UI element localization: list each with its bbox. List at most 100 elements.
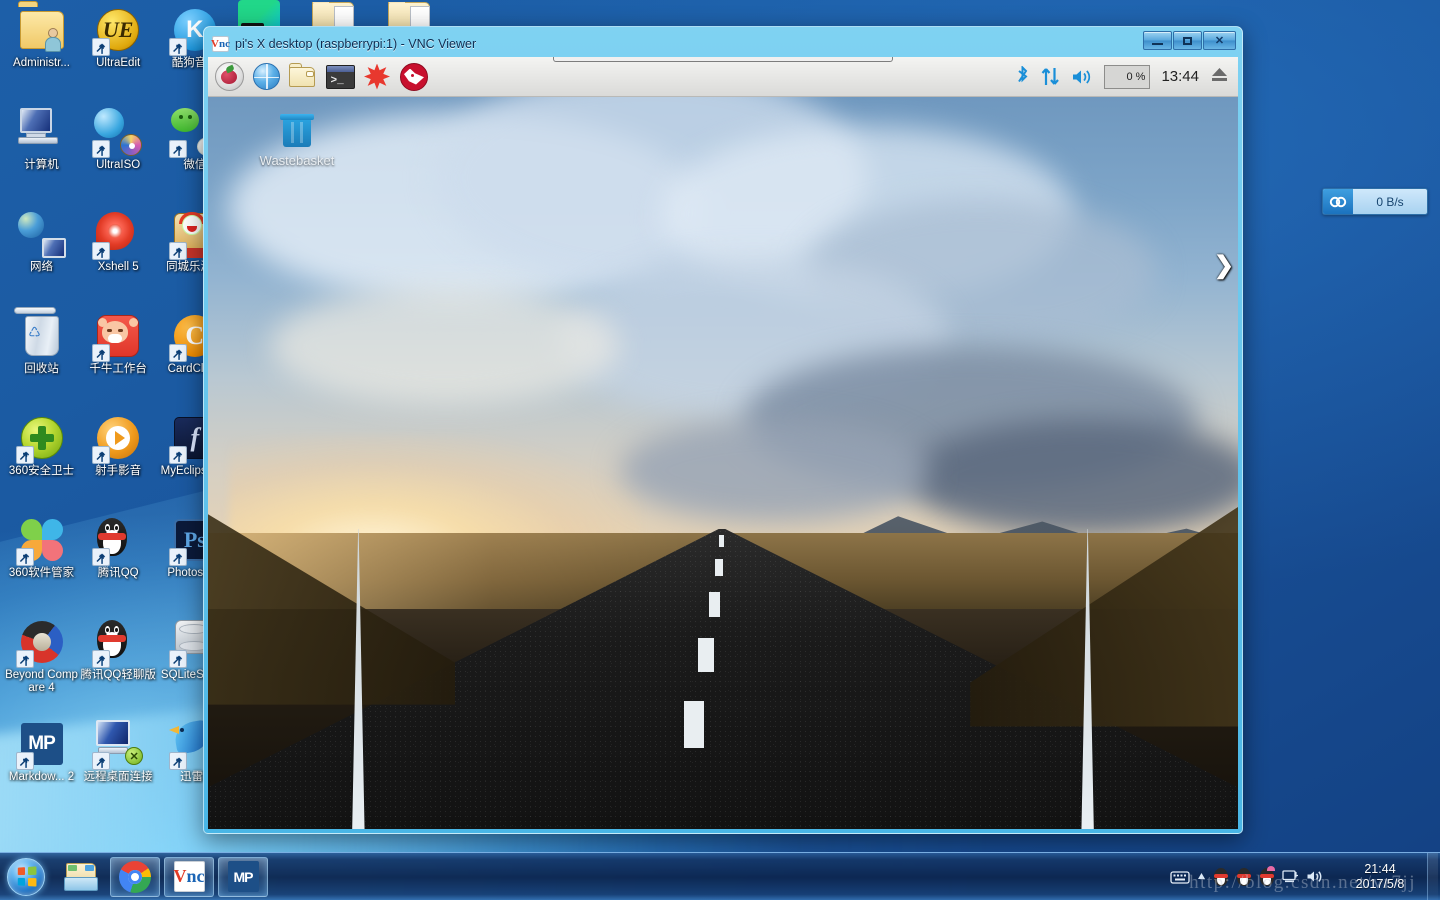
- clock-time: 21:44: [1364, 861, 1396, 876]
- desktop-icon-network[interactable]: 网络: [4, 210, 79, 302]
- file-manager-icon[interactable]: [288, 62, 318, 92]
- desktop-icon-computer[interactable]: 计算机: [4, 108, 79, 200]
- vnc-title-bar[interactable]: Vnc pi's X desktop (raspberrypi:1) - VNC…: [208, 31, 1238, 57]
- desktop-icon-360-software-manager[interactable]: ↗ 360软件管家: [4, 516, 79, 608]
- desktop-icon-label: 回收站: [24, 363, 59, 375]
- desktop-icon-label: Markdow... 2: [8, 771, 75, 783]
- web-browser-icon[interactable]: [251, 62, 281, 92]
- taskbar-clock[interactable]: 21:44 2017/5/8: [1333, 853, 1427, 900]
- show-desktop-button[interactable]: [1427, 853, 1438, 900]
- volume-icon[interactable]: [1306, 869, 1325, 884]
- desktop-icon-shooter-player[interactable]: ↗ 射手影音: [81, 414, 156, 506]
- network-icon[interactable]: [1282, 869, 1299, 884]
- minimize-button[interactable]: [1143, 31, 1172, 50]
- wolfram-icon[interactable]: [399, 62, 429, 92]
- desktop-icon-label: 腾讯QQ轻聊版: [80, 669, 156, 681]
- keyboard-icon[interactable]: [1170, 870, 1190, 884]
- start-button[interactable]: [2, 855, 50, 899]
- desktop-icon-qianniu[interactable]: ↗ 千牛工作台: [81, 312, 156, 404]
- desktop-icon-remote-desktop[interactable]: ✕↗ 远程桌面连接: [81, 720, 156, 812]
- road-dash: [708, 591, 720, 617]
- qq-icon[interactable]: [1236, 867, 1252, 887]
- qq-icon[interactable]: [1213, 867, 1229, 887]
- desktop-icon-label: UltraEdit: [96, 57, 141, 69]
- desktop-icon-tencent-qq[interactable]: ↗ 腾讯QQ: [81, 516, 156, 608]
- taskbar-items[interactable]: Vnc MP: [56, 856, 268, 897]
- taskbar-chrome[interactable]: [110, 856, 160, 897]
- window-controls[interactable]: ✕: [1142, 31, 1236, 50]
- vnc-logo-icon: Vnc: [211, 36, 230, 52]
- desktop-icon-label: 射手影音: [95, 465, 142, 477]
- raspberry-pi-panel[interactable]: >_ 0 % 13:44: [208, 57, 1238, 97]
- desktop-icon-label: UltraISO: [96, 159, 141, 171]
- desktop-icon-recycle-bin[interactable]: ♺ 回收站: [4, 307, 79, 404]
- desktop-icon-folder-1[interactable]: [312, 2, 358, 28]
- desktop-icon-folder-2[interactable]: [388, 2, 434, 28]
- mathematica-icon[interactable]: [362, 62, 392, 92]
- desktop-icon-administrator[interactable]: Administr...: [4, 1, 79, 98]
- close-button[interactable]: ✕: [1203, 31, 1236, 50]
- taskbar-markdownpad[interactable]: MP: [218, 856, 268, 897]
- tray-icons[interactable]: [1162, 865, 1333, 887]
- pi-desktop-wallpaper[interactable]: Wastebasket ❯: [208, 97, 1238, 829]
- desktop-icon-360-safe[interactable]: ↗ 360安全卫士: [4, 414, 79, 506]
- cpu-usage-value: 0 %: [1126, 70, 1146, 83]
- raspberry-menu-icon[interactable]: [214, 62, 244, 92]
- bluetooth-icon[interactable]: [1015, 66, 1030, 87]
- taskbar-vnc[interactable]: Vnc: [164, 856, 214, 897]
- desktop-icon-label: 腾讯QQ: [97, 567, 139, 579]
- cloud: [269, 287, 620, 405]
- computer-icon: [17, 108, 63, 150]
- network-speed-widget[interactable]: 0 B/s: [1322, 188, 1428, 215]
- network-icon: [17, 212, 66, 258]
- qq-lite-icon[interactable]: [1259, 865, 1275, 887]
- desktop-icon-xshell[interactable]: ↗ Xshell 5: [81, 210, 156, 302]
- pi-system-tray[interactable]: 0 % 13:44: [1015, 64, 1232, 89]
- mouse-cursor: ❯: [1213, 252, 1234, 279]
- desktop-icon-label: 千牛工作台: [89, 363, 147, 375]
- desktop-icon-label: 360安全卫士: [8, 465, 75, 477]
- vnc-viewer-window[interactable]: Vnc pi's X desktop (raspberrypi:1) - VNC…: [203, 26, 1243, 834]
- system-tray[interactable]: 21:44 2017/5/8: [1162, 853, 1440, 900]
- vnc-toolbar-handle[interactable]: [553, 57, 893, 62]
- maximize-button[interactable]: [1173, 31, 1202, 50]
- desktop-icon-beyond-compare[interactable]: ↗ Beyond Compare 4: [4, 618, 79, 710]
- desktop-icon-label: 计算机: [24, 159, 59, 171]
- taskbar-explorer[interactable]: [56, 857, 106, 897]
- network-updown-icon[interactable]: [1041, 66, 1060, 87]
- show-hidden-icons-icon[interactable]: [1197, 872, 1206, 881]
- vnc-window-title: pi's X desktop (raspberrypi:1) - VNC Vie…: [235, 37, 477, 51]
- user-folder-icon: [17, 1, 64, 52]
- folder-icon: [312, 2, 354, 28]
- vnc-viewer-icon: Vnc: [173, 861, 205, 892]
- road-dash: [698, 637, 714, 672]
- cpu-usage-monitor[interactable]: 0 %: [1104, 64, 1151, 89]
- wastebasket-icon: [280, 113, 314, 147]
- network-speed-value: 0 B/s: [1376, 194, 1404, 209]
- desktop-icon-tencent-qq-lite[interactable]: ↗ 腾讯QQ轻聊版: [80, 618, 156, 710]
- clock-date: 2017/5/8: [1355, 876, 1405, 891]
- desktop-icon-ultraedit[interactable]: UE↗ UltraEdit: [81, 6, 156, 98]
- desktop-icon-ultraiso[interactable]: ↗ UltraISO: [81, 108, 156, 200]
- windows-explorer-icon: [64, 862, 98, 891]
- desktop-icon-label: 360软件管家: [8, 567, 75, 579]
- road-dash: [683, 700, 705, 749]
- desktop-icon-label: 网络: [30, 261, 53, 273]
- cloud: [620, 419, 929, 522]
- desktop-icon-label: Xshell 5: [97, 261, 139, 273]
- windows-desktop[interactable]: PC Administr... 计算机 网络 ♺ 回收站 ↗ 360安全卫士: [0, 0, 1440, 900]
- windows-logo-icon: [17, 866, 36, 887]
- vnc-remote-screen[interactable]: >_ 0 % 13:44 Wastebasket ❯: [208, 57, 1238, 829]
- desktop-icon-markdownpad[interactable]: MP↗ Markdow... 2: [4, 720, 79, 812]
- wastebasket-label: Wastebasket: [259, 153, 335, 168]
- eject-icon[interactable]: [1210, 66, 1229, 87]
- network-speed-icon: [1323, 189, 1353, 214]
- desktop-icon-grid[interactable]: Administr... 计算机 网络 ♺ 回收站 ↗ 360安全卫士 ↗ 36…: [4, 1, 234, 844]
- markdownpad-icon: MP: [227, 861, 259, 892]
- pi-launcher-bar[interactable]: >_: [214, 62, 429, 92]
- wastebasket-desktop-icon[interactable]: Wastebasket: [254, 113, 340, 168]
- volume-icon[interactable]: [1071, 68, 1093, 86]
- windows-taskbar[interactable]: Vnc MP 21:44 2017/5/8: [0, 852, 1440, 900]
- terminal-icon[interactable]: >_: [325, 62, 355, 92]
- pi-clock[interactable]: 13:44: [1161, 68, 1199, 85]
